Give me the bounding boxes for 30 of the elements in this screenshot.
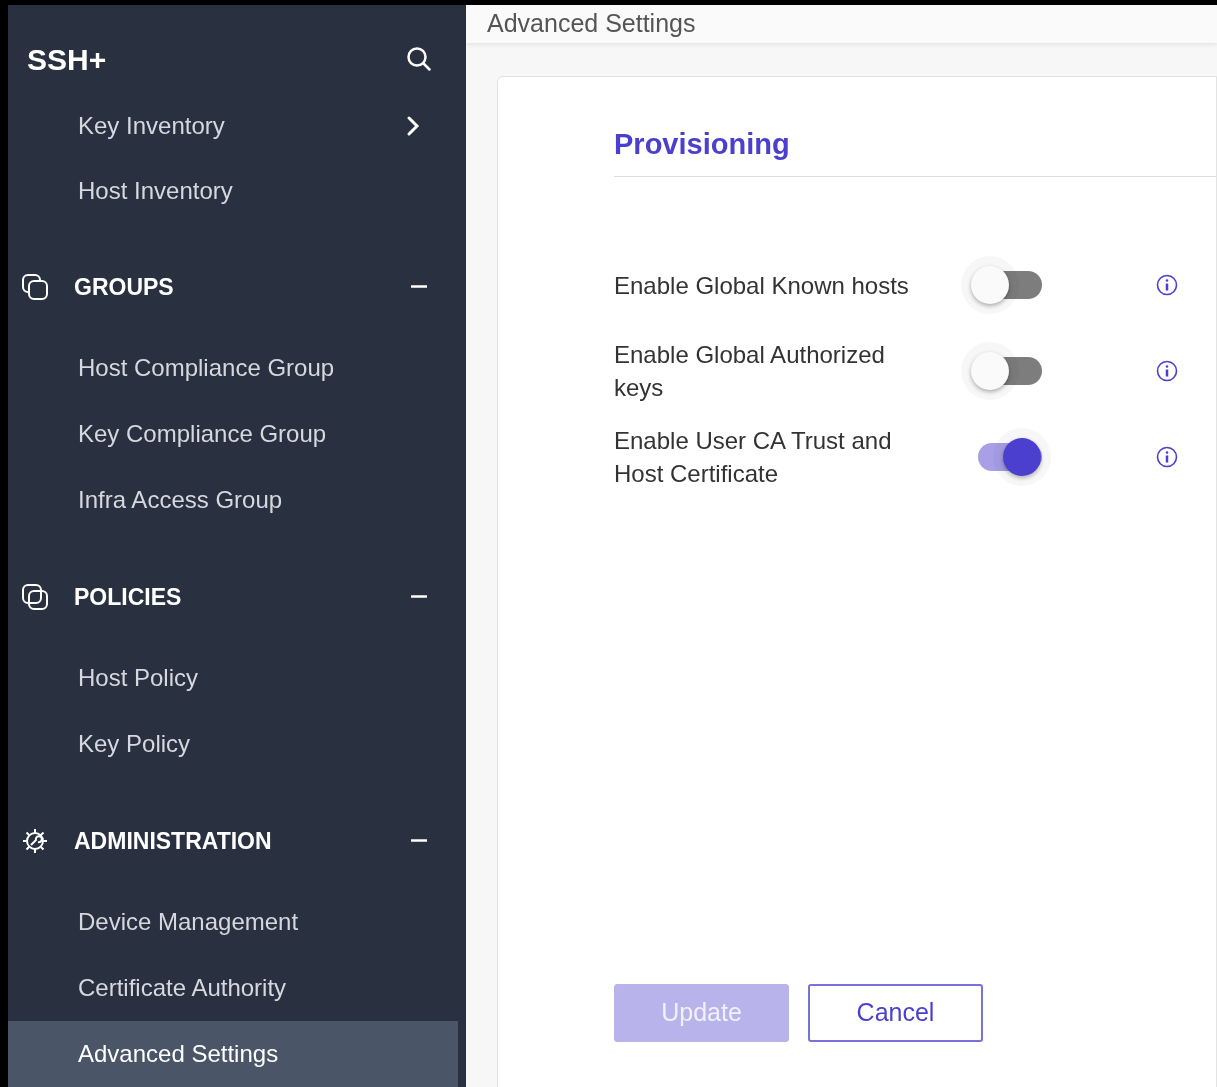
sidebar-item[interactable]: Certificate Authority: [8, 955, 458, 1021]
section-header[interactable]: ADMINISTRATION: [8, 808, 466, 874]
sidebar-item[interactable]: Advanced Settings: [8, 1021, 458, 1087]
info-icon[interactable]: [1156, 360, 1178, 382]
page-title: Advanced Settings: [487, 8, 696, 39]
section-title: Provisioning: [614, 127, 790, 160]
sidebar-item[interactable]: Host Policy: [8, 645, 458, 711]
sidebar-item[interactable]: Host Inventory: [8, 158, 458, 223]
setting-label: Enable User CA Trust and Host Certificate: [614, 426, 893, 489]
info-icon[interactable]: [1156, 446, 1178, 468]
sidebar-item[interactable]: Key Compliance Group: [8, 401, 458, 467]
sidebar-item[interactable]: Infra Access Group: [8, 467, 458, 533]
stacked-squares-icon: [21, 273, 49, 301]
minus-icon: [410, 595, 428, 599]
cancel-button[interactable]: Cancel: [808, 984, 983, 1042]
sidebar-item[interactable]: Host Compliance Group: [8, 335, 458, 401]
sidebar-item[interactable]: Key Policy: [8, 711, 458, 777]
gear-wrench-icon: [21, 827, 49, 855]
minus-icon: [410, 285, 428, 289]
sidebar-item[interactable]: Key Inventory: [8, 93, 458, 159]
brand-logo: SSH+: [27, 41, 108, 78]
setting-label: Enable Global Authorized keys: [614, 340, 886, 403]
sidebar-item[interactable]: Device Management: [8, 889, 458, 955]
search-icon[interactable]: [406, 46, 432, 73]
setting-label: Enable Global Known hosts: [614, 270, 910, 301]
section-header[interactable]: GROUPS: [8, 254, 466, 320]
section-header[interactable]: POLICIES: [8, 564, 466, 630]
minus-icon: [410, 839, 428, 843]
overlapping-squares-icon: [21, 583, 49, 611]
info-icon[interactable]: [1156, 274, 1178, 296]
